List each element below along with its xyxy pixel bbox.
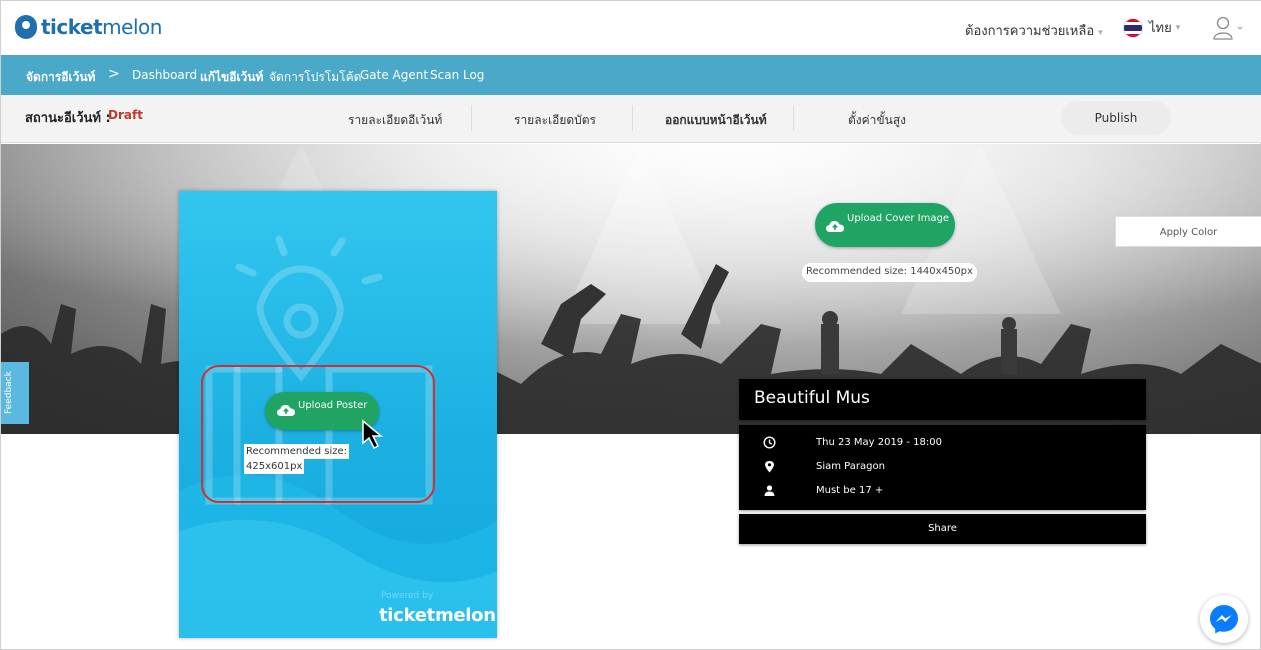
chevron-right-icon: > — [108, 66, 120, 82]
logo-text-ticket: ticket — [41, 15, 103, 39]
poster-recommended-size: Recommended size: 425x601px — [244, 444, 350, 474]
nav-edit-event[interactable]: แก้ไขอีเว้นท์ — [200, 68, 263, 87]
nav-dashboard[interactable]: Dashboard — [132, 68, 197, 82]
feedback-tab[interactable]: Feedback — [1, 362, 29, 424]
cloud-upload-icon — [277, 405, 295, 416]
step-design-page[interactable]: ออกแบบหน้าอีเว้นท์ — [665, 111, 767, 130]
step-ticket-details[interactable]: รายละเอียดบัตร — [514, 111, 596, 130]
nav-gate-agent[interactable]: Gate Agent — [360, 68, 428, 82]
nav-scan-log[interactable]: Scan Log — [430, 68, 484, 82]
step-divider — [793, 105, 794, 131]
event-title[interactable]: Beautiful Mus — [739, 379, 1146, 420]
event-venue-row: Siam Paragon — [739, 458, 1146, 476]
cloud-upload-icon — [826, 221, 844, 232]
event-venue: Siam Paragon — [816, 461, 885, 472]
logo-text: ticketmelon — [41, 15, 162, 39]
messenger-chat-button[interactable] — [1200, 595, 1248, 643]
feedback-label: Feedback — [4, 371, 14, 414]
nav-promo-codes[interactable]: จัดการโปรโมโค้ด — [269, 68, 361, 87]
upload-poster-label: Upload Poster — [298, 400, 368, 411]
poster-brand-label: ticketmelon — [379, 605, 496, 626]
cover-recommended-size: Recommended size: 1440x450px — [802, 263, 977, 282]
clock-icon — [763, 436, 776, 449]
event-age-row: Must be 17 + — [739, 482, 1146, 500]
step-divider — [471, 105, 472, 131]
poster-recommended-line1: Recommended size: — [244, 444, 350, 459]
powered-by-label: Powered by — [381, 591, 434, 601]
messenger-icon — [1210, 605, 1238, 634]
logo-mark-icon — [15, 15, 37, 39]
event-datetime: Thu 23 May 2019 - 18:00 — [816, 437, 942, 448]
mouse-cursor-icon — [362, 419, 384, 450]
step-event-details[interactable]: รายละเอียดอีเว้นท์ — [348, 111, 442, 130]
ticketmelon-logo[interactable]: ticketmelon — [15, 15, 162, 39]
help-menu[interactable]: ต้องการความช่วยเหลือ ▾ — [965, 20, 1103, 41]
user-icon — [1213, 16, 1243, 40]
event-datetime-row: Thu 23 May 2019 - 18:00 — [739, 434, 1146, 452]
event-status-value: Draft — [108, 108, 143, 122]
logo-text-melon: melon — [102, 15, 162, 39]
upload-cover-image-button[interactable]: Upload Cover Image — [815, 203, 955, 247]
poster-recommended-line2: 425x601px — [244, 459, 305, 474]
upload-cover-label: Upload Cover Image — [847, 213, 949, 224]
step-divider — [632, 105, 633, 131]
event-status-label: สถานะอีเว้นท์ : — [25, 111, 111, 126]
person-icon — [764, 485, 775, 496]
thai-flag-icon — [1123, 17, 1143, 38]
event-status-bar: สถานะอีเว้นท์ : Draft รายละเอียดอีเว้นท์… — [1, 95, 1261, 143]
publish-button[interactable]: Publish — [1061, 101, 1171, 135]
chevron-down-icon: ▾ — [1175, 22, 1181, 33]
chevron-down-icon: ▾ — [1098, 28, 1103, 38]
language-label: ไทย — [1149, 21, 1172, 36]
location-pin-icon — [765, 461, 774, 473]
user-menu[interactable] — [1213, 16, 1243, 40]
upload-poster-highlight — [201, 365, 435, 503]
event-age-restriction: Must be 17 + — [816, 485, 884, 496]
event-info-card: Thu 23 May 2019 - 18:00 Siam Paragon Mus… — [739, 425, 1146, 510]
help-label: ต้องการความช่วยเหลือ — [965, 24, 1095, 39]
event-nav-bar: จัดการอีเว้นท์ > Dashboard แก้ไขอีเว้นท์… — [1, 55, 1261, 95]
language-selector[interactable]: ไทย ▾ — [1123, 17, 1180, 38]
step-advanced-settings[interactable]: ตั้งค่าขั้นสูง — [848, 111, 906, 130]
apply-color-button[interactable]: Apply Color — [1115, 216, 1261, 247]
nav-manage-events[interactable]: จัดการอีเว้นท์ — [26, 68, 95, 87]
share-button[interactable]: Share — [739, 514, 1146, 544]
top-header: ticketmelon ต้องการความช่วยเหลือ ▾ ไทย ▾ — [1, 1, 1261, 55]
